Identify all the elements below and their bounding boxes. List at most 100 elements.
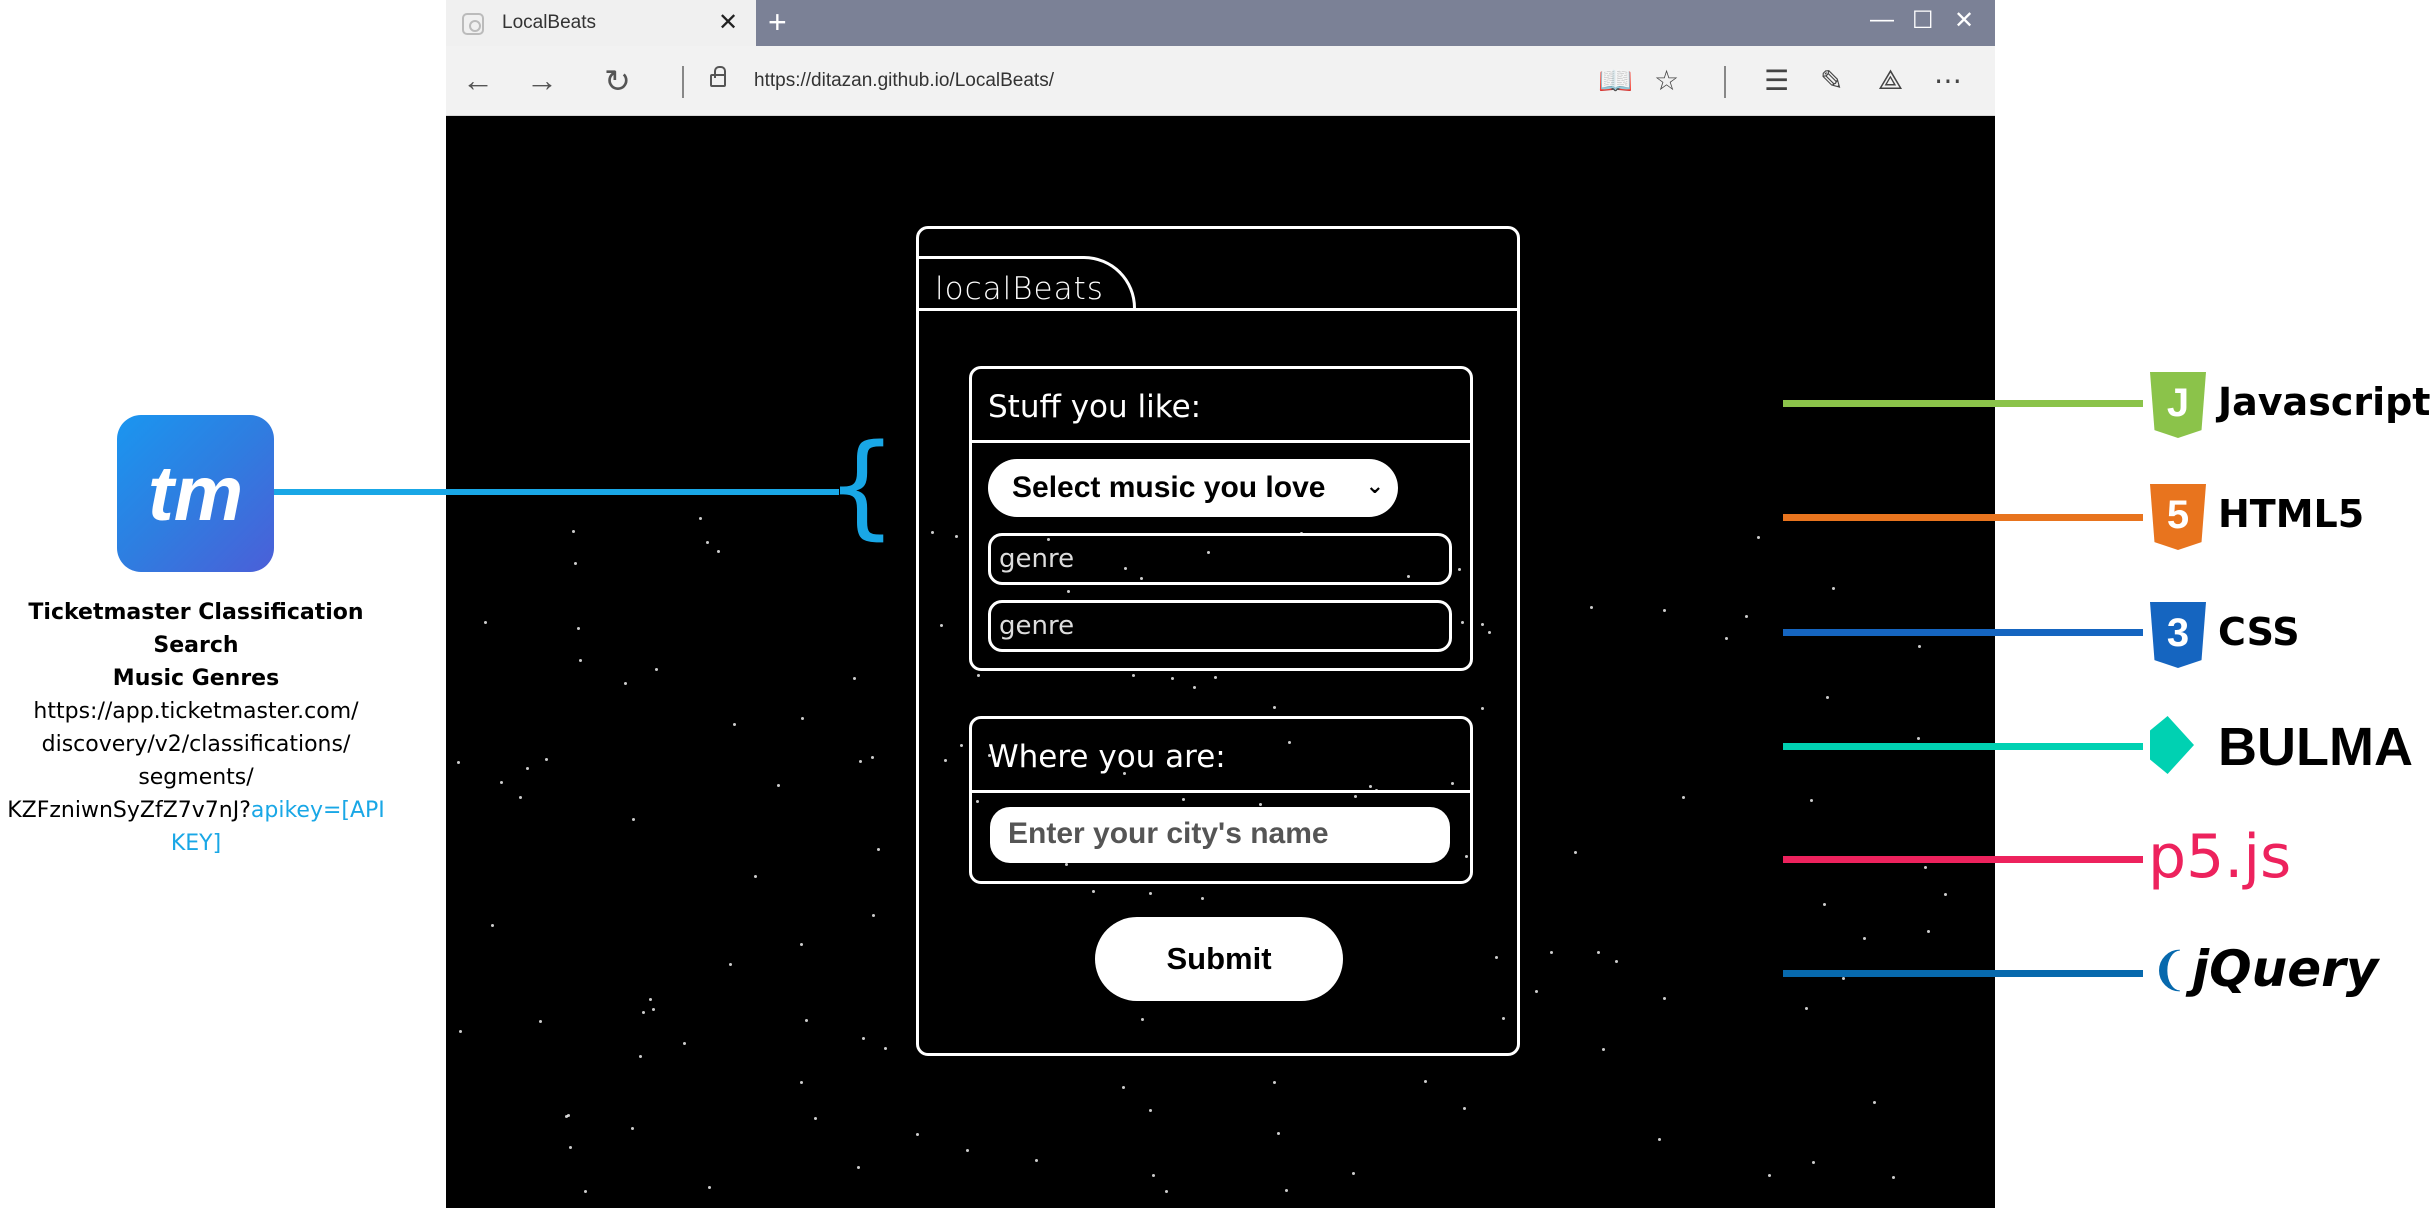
toolbar-divider <box>1724 66 1726 98</box>
tech-label-p5js: p5.js <box>2148 822 2292 892</box>
star-dot <box>1944 893 1947 897</box>
star-dot <box>1601 1048 1605 1052</box>
caption-url-line: segments/ <box>138 765 254 790</box>
curly-brace-icon: { <box>826 421 898 551</box>
tech-line-html5 <box>1783 514 2143 521</box>
toolbar-divider <box>682 66 684 98</box>
submit-button[interactable]: Submit <box>1095 917 1343 1001</box>
genre-input-2[interactable]: genre <box>988 600 1452 652</box>
star-dot <box>525 766 529 770</box>
page-content: localBeats Stuff you like: Select music … <box>446 116 1995 1208</box>
star-dot <box>1573 850 1577 854</box>
star-dot <box>1804 1006 1808 1010</box>
caption-heading: Ticketmaster Classification Search <box>28 600 364 658</box>
star-dot <box>1614 959 1618 963</box>
star-dot <box>1121 1086 1125 1090</box>
star-dot <box>652 1008 656 1012</box>
location-panel-header: Where you are: <box>972 719 1470 793</box>
star-dot <box>459 1030 462 1034</box>
star-dot <box>1662 997 1666 1001</box>
tab-title: LocalBeats <box>502 12 597 33</box>
likes-panel-header: Stuff you like: <box>972 369 1470 443</box>
star-dot <box>1916 736 1920 740</box>
star-dot <box>1841 976 1845 980</box>
star-dot <box>631 1127 635 1131</box>
favorite-star-icon[interactable]: ☆ <box>1654 64 1679 97</box>
star-dot <box>1744 615 1748 618</box>
star-dot <box>1810 798 1814 802</box>
app-card: localBeats Stuff you like: Select music … <box>916 226 1520 1056</box>
music-select-label: Select music you love <box>1012 471 1326 504</box>
tech-line-p5js <box>1783 856 2143 863</box>
star-dot <box>571 530 575 534</box>
minimize-button[interactable]: — <box>1870 6 1894 34</box>
tech-label-jquery: jQuery <box>2192 940 2379 998</box>
city-input[interactable]: Enter your city's name <box>990 807 1450 863</box>
star-dot <box>871 914 875 918</box>
genre-input-1[interactable]: genre <box>988 533 1452 585</box>
star-dot <box>1663 608 1667 612</box>
new-tab-button[interactable]: + <box>768 4 787 41</box>
forward-icon[interactable]: → <box>526 62 558 99</box>
star-dot <box>800 943 804 946</box>
close-tab-icon[interactable]: ✕ <box>718 8 738 37</box>
star-dot <box>655 668 659 672</box>
caption-api-key: KEY] <box>170 831 222 856</box>
api-caption: Ticketmaster Classification Search Music… <box>0 596 392 860</box>
star-dot <box>1273 1080 1277 1084</box>
star-dot <box>1462 1107 1466 1111</box>
star-dot <box>1863 937 1867 941</box>
star-dot <box>1034 1159 1038 1163</box>
star-dot <box>1550 950 1554 954</box>
star-dot <box>1151 1173 1155 1177</box>
star-dot <box>1832 587 1836 591</box>
hub-icon[interactable]: ☰ <box>1764 64 1789 97</box>
app-title: localBeats <box>935 271 1104 307</box>
star-dot <box>1165 1189 1169 1193</box>
star-dot <box>500 780 504 784</box>
star-dot <box>631 818 635 822</box>
reading-view-icon[interactable]: 📖 <box>1598 64 1633 97</box>
star-dot <box>519 796 523 800</box>
title-bar: LocalBeats ✕ + — ☐ ✕ <box>446 0 1995 46</box>
star-dot <box>717 550 721 554</box>
star-dot <box>856 1166 860 1170</box>
tech-line-css <box>1783 629 2143 636</box>
card-divider <box>916 308 1520 311</box>
star-dot <box>705 541 709 545</box>
music-genre-select[interactable]: Select music you love ⌄ <box>988 459 1398 517</box>
back-icon[interactable]: ← <box>462 62 494 99</box>
favicon-icon <box>462 13 484 35</box>
close-window-button[interactable]: ✕ <box>1954 6 1974 35</box>
star-dot <box>576 626 580 630</box>
star-dot <box>649 998 653 1002</box>
refresh-icon[interactable]: ↻ <box>604 62 631 100</box>
star-dot <box>638 1055 642 1059</box>
maximize-button[interactable]: ☐ <box>1912 6 1934 35</box>
star-dot <box>682 1041 686 1045</box>
star-dot <box>544 757 548 761</box>
star-dot <box>800 717 804 721</box>
tech-label-css: CSS <box>2218 610 2300 654</box>
star-dot <box>754 874 758 878</box>
star-dot <box>568 1145 572 1149</box>
location-panel-title: Where you are: <box>988 739 1226 775</box>
share-icon[interactable]: ⟁ <box>1878 64 1903 97</box>
address-bar-url[interactable]: https://ditazan.github.io/LocalBeats/ <box>754 70 1054 92</box>
star-dot <box>1148 1109 1152 1113</box>
caption-subheading: Music Genres <box>112 666 280 691</box>
star-dot <box>1756 535 1760 539</box>
star-dot <box>564 1115 568 1119</box>
star-dot <box>1923 865 1927 869</box>
star-dot <box>1682 796 1686 800</box>
web-note-icon[interactable]: ✎ <box>1820 64 1843 97</box>
tech-line-jquery <box>1783 970 2143 977</box>
star-dot <box>1767 1174 1771 1178</box>
likes-panel-title: Stuff you like: <box>988 389 1202 425</box>
more-icon[interactable]: ⋯ <box>1934 64 1962 97</box>
tech-line-bulma <box>1783 743 2143 750</box>
browser-tab[interactable]: LocalBeats ✕ <box>446 0 756 46</box>
star-dot <box>539 1020 543 1024</box>
star-dot <box>1822 902 1826 906</box>
star-dot <box>852 676 856 680</box>
